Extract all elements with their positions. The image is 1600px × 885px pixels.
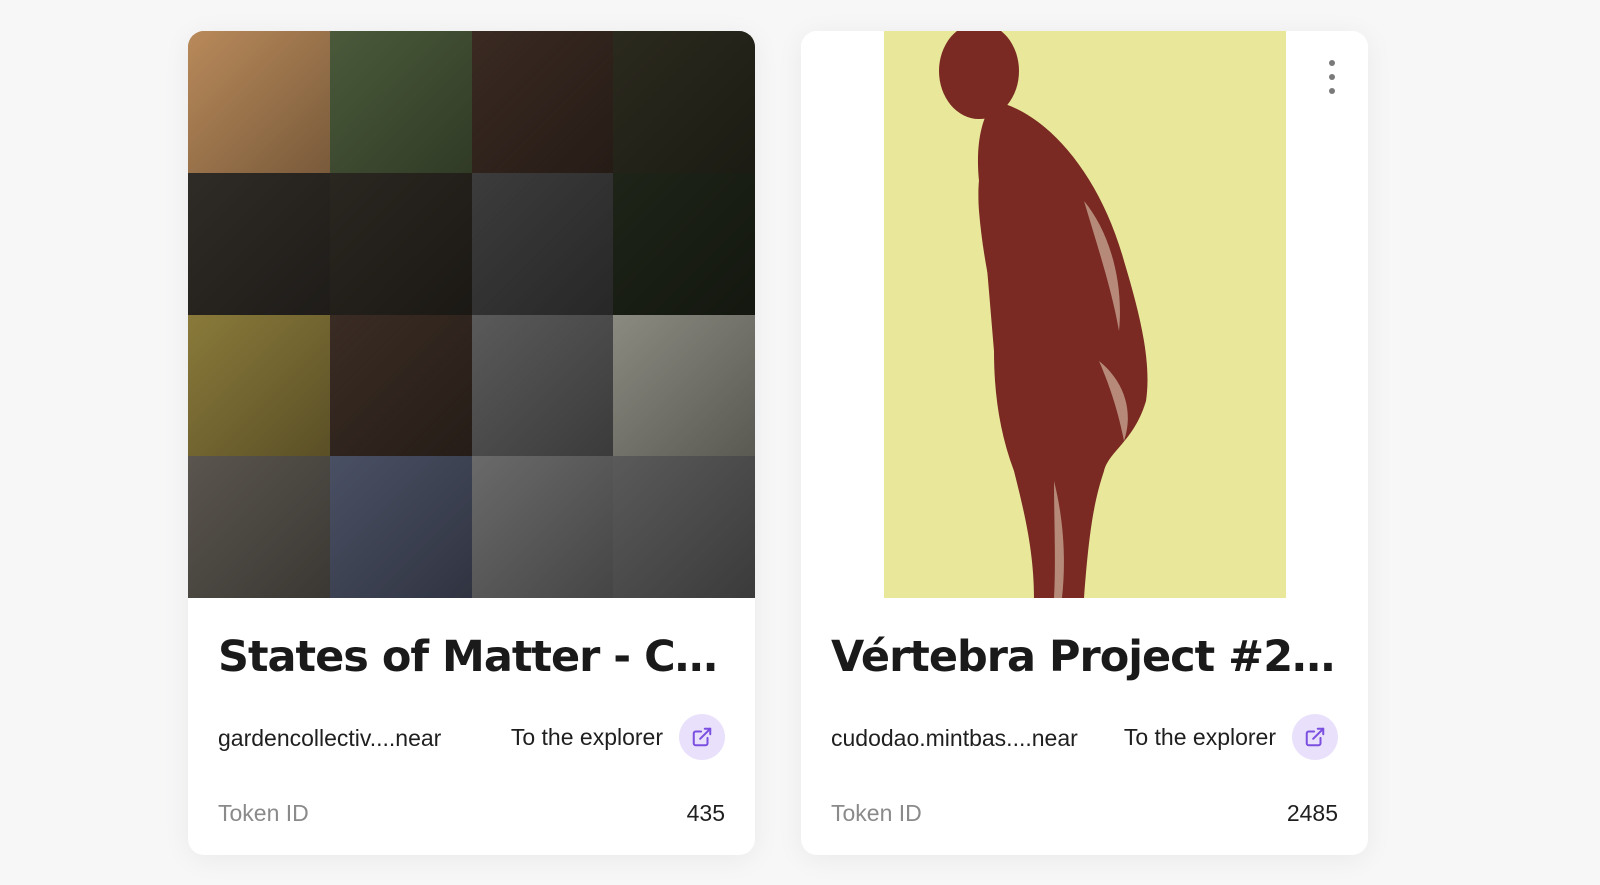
mosaic-tile <box>188 31 330 173</box>
more-dot-icon <box>1329 74 1335 80</box>
mosaic-tile <box>329 31 472 173</box>
token-id-label: Token ID <box>218 800 309 826</box>
owner-account[interactable]: cudodao.mintbas....near <box>831 723 1078 753</box>
mosaic-tile <box>188 456 330 598</box>
figure-illustration <box>939 31 1148 598</box>
mosaic-tile <box>471 314 614 457</box>
external-link-button[interactable] <box>1292 714 1338 760</box>
external-link-icon <box>692 727 712 747</box>
mosaic-grid <box>188 31 755 598</box>
mosaic-tile <box>613 314 755 457</box>
nft-title[interactable]: States of Matter - Collection <box>218 629 725 685</box>
explorer-label: To the explorer <box>1123 724 1276 750</box>
mosaic-tile <box>329 172 472 315</box>
more-dot-icon <box>1329 60 1335 66</box>
nft-card[interactable]: States of Matter - Collection gardencoll… <box>188 31 755 855</box>
nft-image-mosaic[interactable] <box>188 31 755 598</box>
token-id-label: Token ID <box>831 800 922 826</box>
external-link-button[interactable] <box>679 714 725 760</box>
token-id-value: 435 <box>686 800 725 826</box>
mosaic-tile <box>613 456 755 598</box>
mosaic-tile <box>471 172 614 315</box>
mosaic-tile <box>613 31 755 173</box>
explorer-link[interactable]: To the explorer <box>511 714 725 760</box>
more-dot-icon <box>1329 88 1335 94</box>
mosaic-tile <box>329 456 472 598</box>
nft-card[interactable]: Vértebra Project #270 cudodao.mintbas...… <box>801 31 1368 855</box>
mosaic-tile <box>613 172 755 315</box>
explorer-label: To the explorer <box>510 724 663 750</box>
more-options-button[interactable] <box>1316 55 1348 99</box>
explorer-link[interactable]: To the explorer <box>1124 714 1338 760</box>
nft-image[interactable] <box>801 31 1368 598</box>
token-id-value: 2485 <box>1286 800 1338 826</box>
mosaic-tile <box>471 456 614 598</box>
mosaic-tile <box>329 314 472 457</box>
artwork-figure <box>884 31 1286 598</box>
mosaic-tile <box>471 31 614 173</box>
mosaic-tile <box>188 314 330 457</box>
mosaic-tile <box>188 172 330 315</box>
external-link-icon <box>1305 727 1325 747</box>
owner-account[interactable]: gardencollectiv....near <box>218 723 441 753</box>
nft-title[interactable]: Vértebra Project #270 <box>831 629 1338 685</box>
nft-grid: States of Matter - Collection gardencoll… <box>0 0 1600 885</box>
